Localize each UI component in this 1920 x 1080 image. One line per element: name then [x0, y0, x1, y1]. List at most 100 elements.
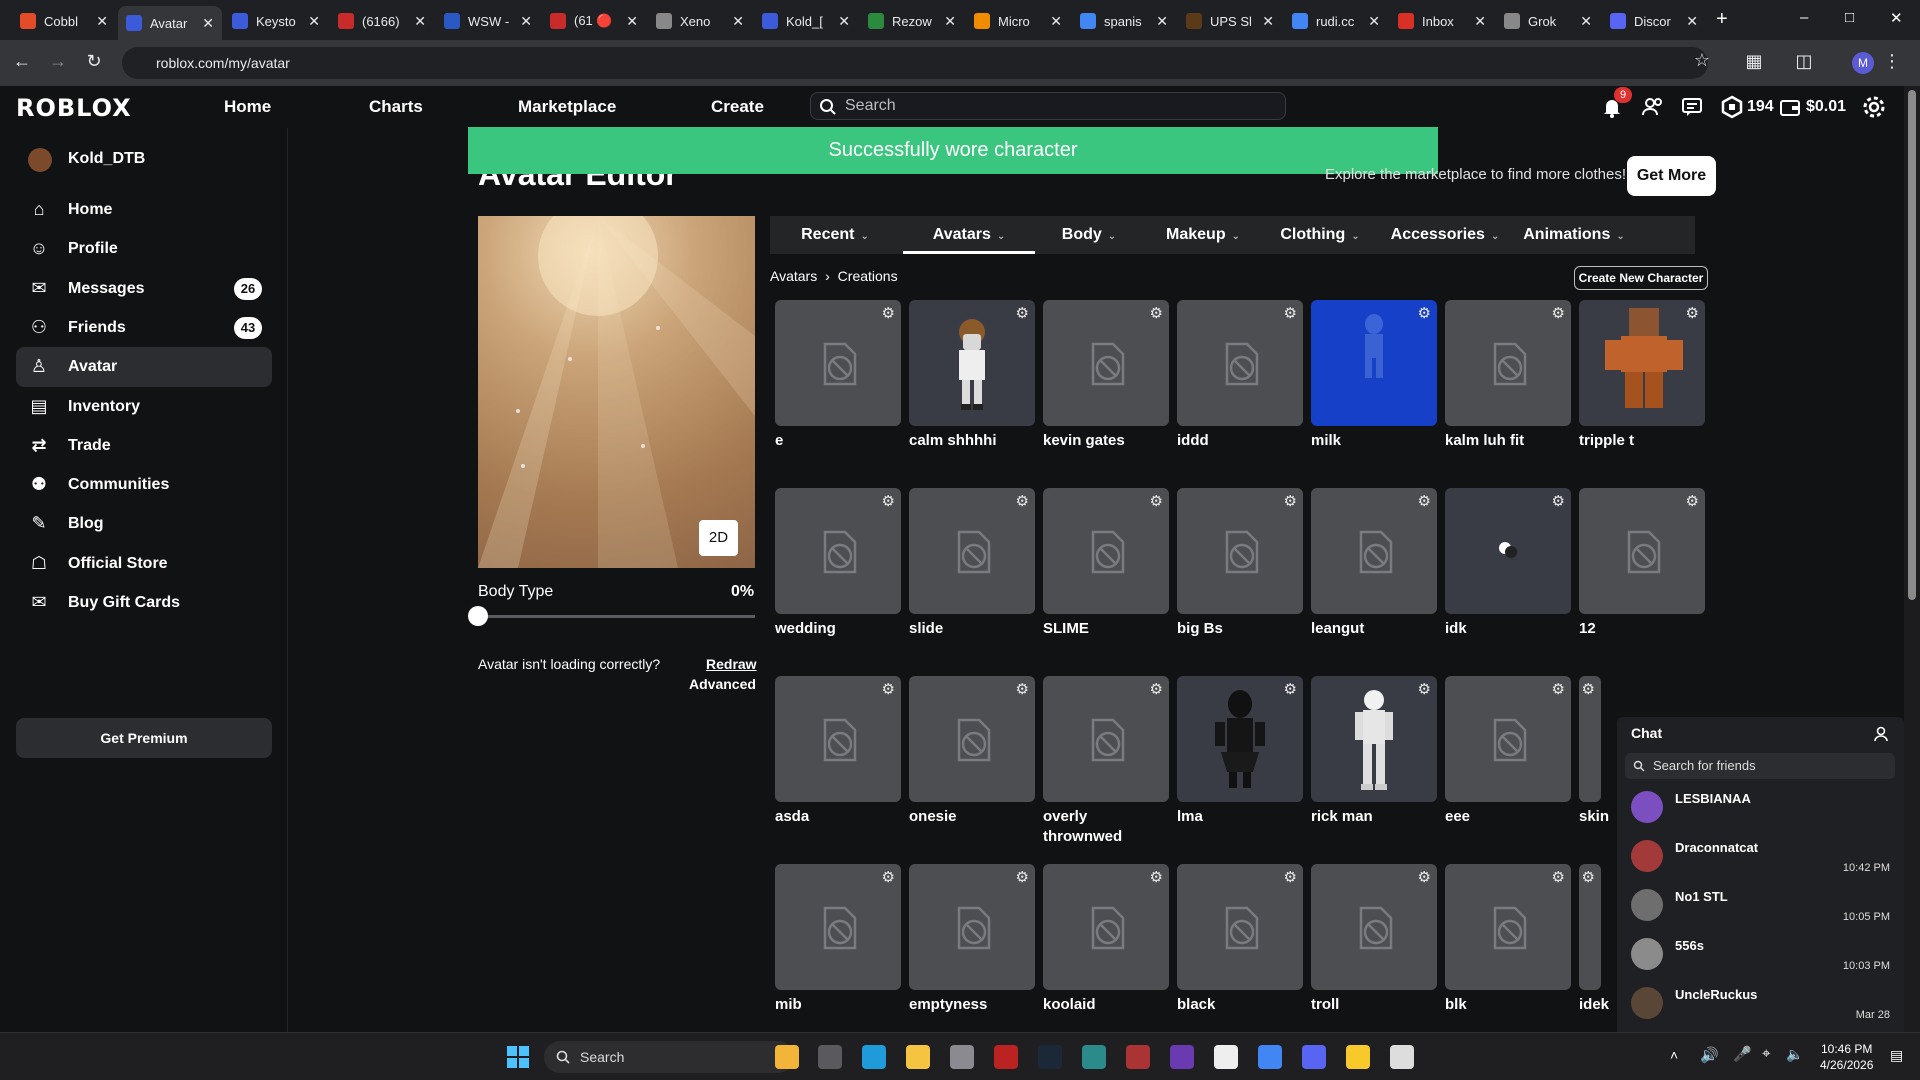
avatar-item-name[interactable]: onesie — [909, 807, 1035, 827]
sidebar-item-avatar[interactable]: ♙ Avatar — [16, 347, 272, 388]
sidebar-item-inventory[interactable]: ▤ Inventory — [16, 387, 272, 427]
tab-clothing[interactable]: Clothing ⌄ — [1263, 216, 1377, 254]
avatar-item-name[interactable]: rick man — [1311, 807, 1437, 827]
gear-icon[interactable]: ⚙ — [1016, 680, 1029, 698]
browser-tab[interactable]: spanis ✕ — [1072, 6, 1176, 36]
avatar-item-card[interactable]: ⚙ — [1445, 300, 1571, 426]
app-icon[interactable] — [818, 1045, 842, 1069]
create-new-character-button[interactable]: Create New Character — [1574, 266, 1708, 290]
sidebar-username[interactable]: Kold_DTB — [68, 150, 145, 168]
discord-icon[interactable] — [1302, 1045, 1326, 1069]
sidebar-item-buy-gift-cards[interactable]: ✉ Buy Gift Cards — [16, 583, 272, 623]
chat-header-icon[interactable] — [1680, 95, 1704, 119]
wallet-icon[interactable] — [1779, 96, 1801, 118]
gear-icon[interactable]: ⚙ — [882, 680, 895, 698]
avatar-item-name[interactable]: lma — [1177, 807, 1303, 827]
wifi-icon[interactable]: ⌖ — [1762, 1045, 1770, 1062]
gear-icon[interactable]: ⚙ — [1552, 868, 1565, 886]
voicemeeter-icon[interactable] — [1126, 1045, 1150, 1069]
gear-icon[interactable]: ⚙ — [1016, 492, 1029, 510]
gear-icon[interactable]: ⚙ — [882, 868, 895, 886]
avatar-item-card[interactable]: ⚙ — [909, 864, 1035, 990]
avatar-item-name[interactable]: wedding — [775, 619, 901, 639]
avatar-item-card[interactable]: ⚙ — [909, 300, 1035, 426]
sidebar-item-trade[interactable]: ⇄ Trade — [16, 426, 272, 466]
tab-close-icon[interactable]: ✕ — [1474, 13, 1486, 30]
capcut-icon[interactable] — [1214, 1045, 1238, 1069]
minimize-icon[interactable]: – — [1800, 9, 1808, 26]
browser-tab[interactable]: Avatar ✕ — [118, 6, 222, 40]
gear-icon[interactable]: ⚙ — [1582, 680, 1595, 698]
settings-gear-icon[interactable] — [1861, 94, 1887, 120]
browser-tab[interactable]: Cobbl ✕ — [12, 6, 116, 36]
nav-home[interactable]: Home — [224, 97, 271, 117]
avatar-item-name[interactable]: leangut — [1311, 619, 1437, 639]
avatar-item-name[interactable]: asda — [775, 807, 901, 827]
avatar-item-card[interactable]: ⚙ — [1579, 488, 1705, 614]
gear-icon[interactable]: ⚙ — [1150, 492, 1163, 510]
taskbar-search[interactable]: Search — [544, 1041, 794, 1073]
chat-conversation[interactable]: Draconnatcat 10:42 PM — [1617, 834, 1904, 882]
sidebar-item-blog[interactable]: ✎ Blog — [16, 504, 272, 544]
avatar-item-card[interactable]: ⚙ — [775, 300, 901, 426]
gear-icon[interactable]: ⚙ — [1016, 304, 1029, 322]
settings-icon[interactable] — [950, 1045, 974, 1069]
avatar-item-name[interactable]: idk — [1445, 619, 1571, 639]
tab-close-icon[interactable]: ✕ — [944, 13, 956, 30]
nzxt-icon[interactable] — [1170, 1045, 1194, 1069]
tab-close-icon[interactable]: ✕ — [96, 13, 108, 30]
nav-create[interactable]: Create — [711, 97, 764, 117]
browser-tab[interactable]: rudi.cc ✕ — [1284, 6, 1388, 36]
tab-close-icon[interactable]: ✕ — [1686, 13, 1698, 30]
browser-tab[interactable]: Grok ✕ — [1496, 6, 1600, 36]
avatar-item-card[interactable]: ⚙ — [775, 488, 901, 614]
windows-start-icon[interactable] — [506, 1045, 530, 1069]
gear-icon[interactable]: ⚙ — [1582, 868, 1595, 886]
gear-icon[interactable]: ⚙ — [1418, 492, 1431, 510]
avatar-item-name[interactable]: skin w — [1579, 807, 1613, 827]
tab-animations[interactable]: Animations ⌄ — [1513, 216, 1635, 254]
gear-icon[interactable]: ⚙ — [1150, 868, 1163, 886]
redraw-link[interactable]: Redraw — [706, 656, 757, 672]
cloud-icon[interactable] — [1390, 1045, 1414, 1069]
avatar-item-name[interactable]: eee — [1445, 807, 1571, 827]
extensions-icon[interactable]: ▦ — [1742, 51, 1766, 72]
tab-avatars[interactable]: Avatars ⌄ — [903, 216, 1035, 254]
gear-icon[interactable]: ⚙ — [1284, 868, 1297, 886]
tab-makeup[interactable]: Makeup ⌄ — [1143, 216, 1263, 254]
toggle-2d-button[interactable]: 2D — [699, 520, 738, 556]
gear-icon[interactable]: ⚙ — [1418, 680, 1431, 698]
avatar-item-card[interactable]: ⚙ — [1043, 488, 1169, 614]
chevron-up-icon[interactable]: ˄ — [1670, 1047, 1678, 1063]
browser-tab[interactable]: Xeno ✕ — [648, 6, 752, 36]
back-icon[interactable]: ← — [10, 51, 34, 72]
chat-conversation[interactable]: No1 STL 10:05 PM — [1617, 883, 1904, 931]
avatar-item-name[interactable]: blk — [1445, 995, 1571, 1015]
avatar-item-card[interactable]: ⚙ — [775, 864, 901, 990]
profile-avatar[interactable]: M — [1852, 52, 1874, 74]
steam-icon[interactable] — [1038, 1045, 1062, 1069]
tab-close-icon[interactable]: ✕ — [520, 13, 532, 30]
gear-icon[interactable]: ⚙ — [1686, 304, 1699, 322]
gear-icon[interactable]: ⚙ — [1284, 304, 1297, 322]
sidebar-item-friends[interactable]: ⚇ Friends 43 — [16, 308, 272, 348]
gear-icon[interactable]: ⚙ — [1418, 868, 1431, 886]
edge-icon[interactable] — [862, 1045, 886, 1069]
microphone-icon[interactable]: 🎤 — [1733, 1045, 1752, 1063]
browser-tab[interactable]: Inbox ✕ — [1390, 6, 1494, 36]
gear-icon[interactable]: ⚙ — [882, 304, 895, 322]
address-bar[interactable]: roblox.com/my/avatar — [122, 47, 1708, 79]
new-tab-icon[interactable]: + — [1716, 8, 1728, 31]
gear-icon[interactable]: ⚙ — [1150, 304, 1163, 322]
avatar-item-name[interactable]: SLIME — [1043, 619, 1169, 639]
roblox-logo[interactable]: ROBLOX — [16, 94, 132, 122]
avatar-item-card[interactable]: ⚙ — [1177, 300, 1303, 426]
gear-icon[interactable]: ⚙ — [1552, 304, 1565, 322]
chat-conversation[interactable]: UncleRuckus Mar 28 — [1617, 981, 1904, 1029]
gear-icon[interactable]: ⚙ — [1686, 492, 1699, 510]
body-type-slider-track[interactable] — [478, 615, 755, 618]
browser-tab[interactable]: Micro ✕ — [966, 6, 1070, 36]
tab-close-icon[interactable]: ✕ — [838, 13, 850, 30]
avatar-item-name[interactable]: kalm luh fit — [1445, 431, 1571, 451]
security-icon[interactable] — [1346, 1045, 1370, 1069]
